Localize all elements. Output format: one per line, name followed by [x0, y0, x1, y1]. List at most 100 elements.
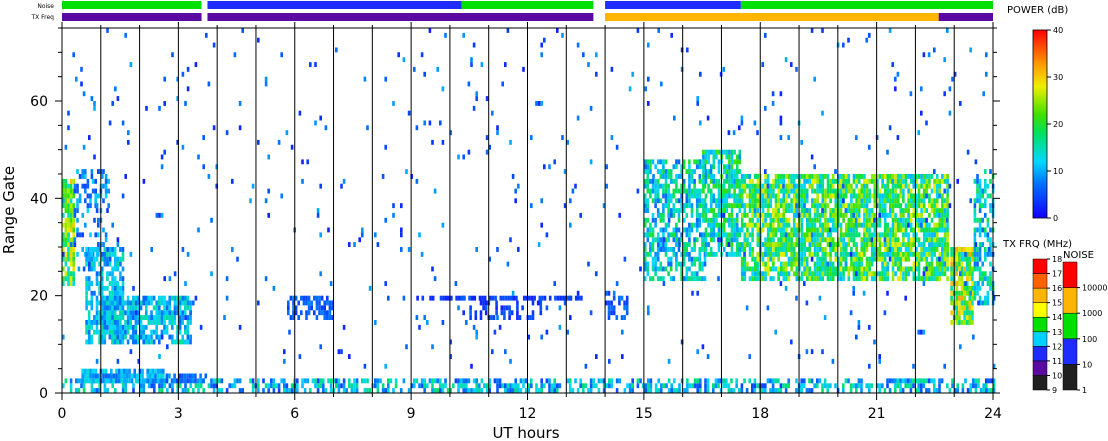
- echo-cell: [748, 174, 751, 179]
- echo-cell: [946, 276, 949, 282]
- echo-cell: [771, 378, 775, 384]
- echo-cell: [77, 378, 81, 384]
- echo-cell: [495, 310, 498, 316]
- echo-cell: [576, 115, 580, 121]
- echo-cell: [873, 203, 877, 209]
- echo-cell: [800, 247, 804, 252]
- echo-cell: [824, 188, 827, 194]
- echo-cell: [662, 237, 666, 243]
- echo-cell: [707, 174, 710, 179]
- echo-cell: [735, 203, 739, 209]
- echo-cell: [792, 174, 796, 179]
- echo-cell: [93, 329, 96, 335]
- echo-cell: [647, 383, 650, 389]
- echo-cell: [756, 174, 760, 179]
- echo-cell: [850, 203, 853, 209]
- echo-cell: [431, 266, 434, 272]
- echo-cell: [965, 305, 969, 311]
- echo-cell: [986, 217, 990, 223]
- echo-cell: [706, 378, 710, 384]
- echo-cell: [960, 247, 964, 252]
- echo-cell: [67, 276, 70, 282]
- echo-cell: [917, 174, 921, 179]
- echo-cell: [948, 110, 952, 116]
- echo-cell: [462, 310, 465, 316]
- echo-cell: [888, 28, 892, 33]
- echo-cell: [968, 271, 972, 277]
- echo-cell: [748, 203, 752, 209]
- echo-cell: [733, 174, 736, 179]
- echo-cell: [693, 256, 696, 262]
- echo-cell: [782, 237, 786, 243]
- echo-cell: [774, 193, 778, 199]
- echo-cell: [682, 203, 686, 209]
- echo-cell: [922, 271, 926, 277]
- echo-cell: [772, 261, 775, 267]
- echo-cell: [816, 208, 819, 213]
- echo-cell: [748, 222, 752, 228]
- echo-cell: [569, 315, 572, 320]
- echo-cell: [826, 178, 830, 184]
- echo-cell: [973, 256, 977, 262]
- echo-cell: [97, 232, 100, 238]
- echo-cell: [963, 295, 966, 301]
- echo-cell: [125, 378, 129, 384]
- echo-cell: [909, 188, 913, 194]
- echo-cell: [883, 310, 887, 316]
- echo-cell: [444, 32, 447, 38]
- echo-cell: [883, 271, 887, 277]
- echo-cell: [610, 310, 613, 316]
- echo-cell: [171, 339, 174, 345]
- echo-cell: [688, 276, 691, 282]
- echo-cell: [748, 378, 751, 384]
- echo-cell: [728, 222, 731, 228]
- echo-cell: [420, 383, 424, 389]
- x-axis-label: UT hours: [492, 424, 559, 441]
- echo-cell: [738, 198, 742, 204]
- echo-cell: [204, 373, 208, 379]
- x-tick-label: 21: [868, 406, 886, 422]
- echo-cell: [847, 378, 850, 384]
- echo-cell: [839, 174, 843, 179]
- echo-cell: [95, 256, 99, 262]
- echo-cell: [785, 227, 788, 233]
- echo-cell: [104, 373, 108, 379]
- echo-cell: [764, 217, 767, 223]
- echo-cell: [785, 251, 788, 257]
- echo-cell: [978, 247, 982, 252]
- echo-cell: [95, 247, 99, 252]
- echo-cell: [878, 256, 882, 262]
- echo-cell: [818, 188, 822, 194]
- echo-cell: [860, 266, 864, 272]
- echo-cell: [902, 188, 905, 194]
- echo-cell: [842, 256, 845, 262]
- echo-cell: [772, 256, 775, 262]
- echo-cell: [186, 305, 190, 311]
- echo-cell: [441, 320, 445, 325]
- echo-cell: [186, 334, 190, 340]
- echo-cell: [433, 388, 437, 393]
- echo-cell: [920, 212, 923, 218]
- noise-bar-segment: [593, 1, 606, 9]
- echo-cell: [862, 290, 866, 296]
- echo-cell: [717, 193, 721, 199]
- echo-cell: [693, 237, 696, 243]
- echo-cell: [158, 354, 161, 359]
- echo-cell: [761, 242, 765, 247]
- echo-cell: [644, 388, 647, 393]
- echo-cell: [842, 178, 845, 184]
- echo-cell: [971, 300, 974, 306]
- echo-cell: [878, 242, 882, 247]
- echo-cell: [709, 149, 713, 155]
- echo-cell: [842, 251, 845, 257]
- echo-cell: [839, 198, 843, 204]
- echo-cell: [103, 285, 107, 291]
- echo-cell: [184, 339, 187, 345]
- echo-cell: [766, 227, 770, 233]
- echo-cell: [116, 329, 119, 335]
- echo-cell: [121, 388, 125, 393]
- echo-cell: [688, 164, 691, 170]
- echo-cell: [64, 222, 68, 228]
- echo-cell: [704, 203, 708, 209]
- echo-cell: [81, 232, 84, 238]
